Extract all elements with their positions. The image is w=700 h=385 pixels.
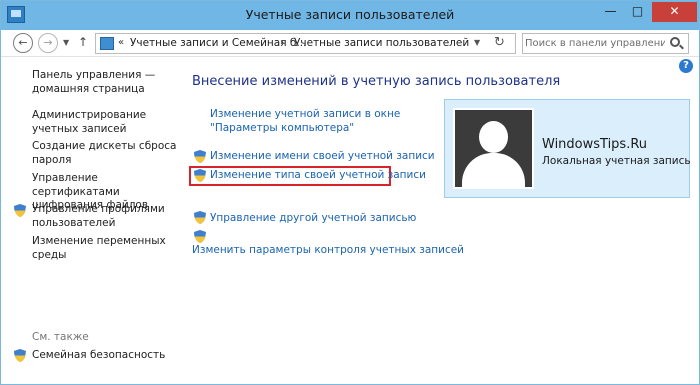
title-bar[interactable]: Учетные записи пользователей — □ ✕: [1, 1, 699, 30]
search-input[interactable]: [525, 35, 665, 52]
sidebar-item-env-variables[interactable]: Изменение переменных среды: [32, 235, 182, 262]
account-type: Локальная учетная запись: [542, 155, 691, 167]
see-also-heading: См. также: [32, 331, 89, 343]
link-change-name[interactable]: Изменение имени своей учетной записи: [210, 150, 435, 164]
sidebar-item-admin-accounts[interactable]: Администрирование учетных записей: [32, 109, 182, 136]
account-card: WindowsTips.Ru Локальная учетная запись: [444, 99, 691, 198]
user-accounts-window: Учетные записи пользователей — □ ✕ ← → ▼…: [0, 0, 700, 385]
search-box[interactable]: [522, 33, 689, 54]
minimize-button[interactable]: —: [597, 2, 624, 22]
sidebar-item-reset-disk[interactable]: Создание дискеты сброса пароля: [32, 140, 182, 167]
navigation-bar: ← → ▼ ↑ « Учетные записи и Семейная б...…: [1, 30, 699, 57]
link-change-type[interactable]: Изменение типа своей учетной записи: [210, 169, 426, 183]
forward-arrow-icon[interactable]: →: [38, 33, 58, 53]
address-dropdown-chevron-icon[interactable]: ▼: [474, 38, 480, 47]
maximize-button[interactable]: □: [624, 2, 651, 22]
sidebar-item-user-profiles[interactable]: Управление профилями пользователей: [32, 203, 182, 230]
back-arrow-icon[interactable]: ←: [13, 33, 33, 53]
page-heading: Внесение изменений в учетную запись поль…: [192, 74, 561, 89]
recent-pages-chevron-icon[interactable]: ▼: [63, 38, 69, 47]
uac-shield-icon: [194, 150, 206, 163]
search-icon[interactable]: [670, 37, 680, 47]
sidebar-home-link[interactable]: Панель управления — домашняя страница: [32, 69, 182, 96]
avatar: [453, 108, 534, 189]
address-bar[interactable]: « Учетные записи и Семейная б... › Учетн…: [95, 33, 516, 54]
window-title: Учетные записи пользователей: [245, 7, 455, 22]
link-manage-other-account[interactable]: Управление другой учетной записью: [210, 212, 416, 226]
help-icon[interactable]: ?: [679, 59, 693, 73]
control-panel-small-icon: [100, 37, 114, 50]
close-button[interactable]: ✕: [652, 2, 697, 22]
see-also-family-safety[interactable]: Семейная безопасность: [32, 349, 182, 363]
account-name: WindowsTips.Ru: [542, 137, 648, 152]
refresh-icon[interactable]: ↻: [494, 35, 505, 50]
breadcrumb-chevron-icon[interactable]: ›: [280, 37, 284, 48]
link-pc-settings[interactable]: Изменение учетной записи в окне "Парамет…: [210, 108, 410, 135]
user-silhouette-icon: [479, 121, 508, 153]
breadcrumb-item-user-accounts[interactable]: Учетные записи пользователей: [294, 37, 469, 49]
up-arrow-icon[interactable]: ↑: [78, 35, 88, 49]
uac-shield-icon: [14, 204, 26, 217]
uac-shield-icon: [194, 211, 206, 224]
uac-shield-icon: [194, 169, 206, 182]
uac-shield-icon: [14, 349, 26, 362]
breadcrumb-overflow[interactable]: «: [118, 37, 124, 48]
link-uac-settings[interactable]: Изменить параметры контроля учетных запи…: [192, 244, 464, 258]
uac-shield-icon: [194, 230, 206, 243]
